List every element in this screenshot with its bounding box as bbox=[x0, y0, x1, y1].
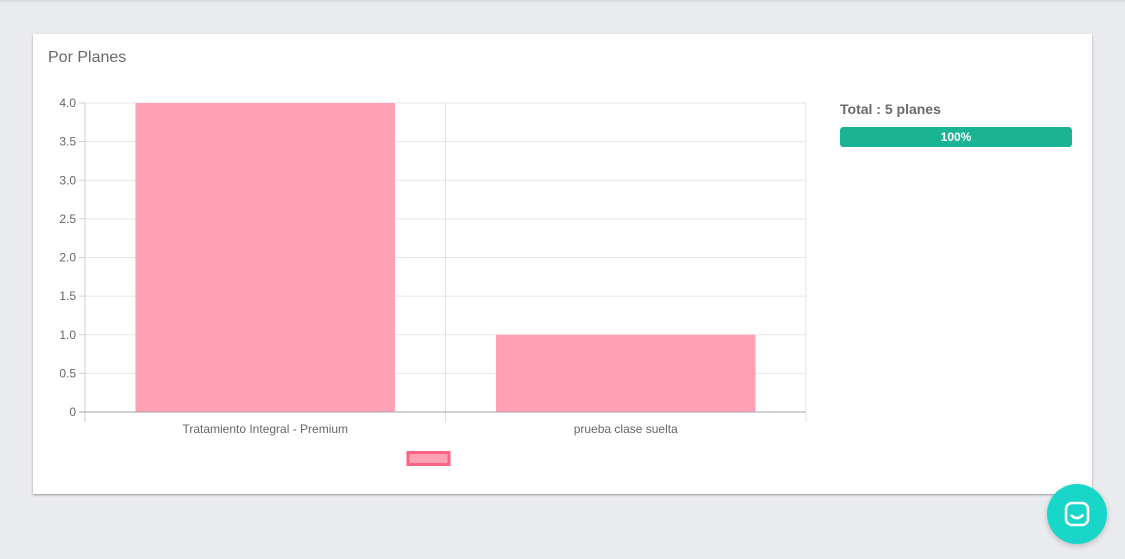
chat-button[interactable] bbox=[1047, 484, 1107, 544]
y-tick-label: 3.0 bbox=[59, 173, 76, 187]
y-tick-label: 0.5 bbox=[59, 366, 76, 380]
y-tick-label: 1.5 bbox=[59, 289, 76, 303]
bar bbox=[135, 103, 396, 412]
x-tick-label: Tratamiento Integral - Premium bbox=[182, 422, 348, 436]
total-planes: Total : 5 planes bbox=[840, 101, 941, 117]
x-tick-label: prueba clase suelta bbox=[574, 422, 678, 436]
y-tick-label: 3.5 bbox=[59, 135, 76, 149]
y-tick-label: 2.0 bbox=[59, 251, 76, 265]
chat-bubble-icon bbox=[1064, 501, 1090, 527]
progress-track: 100% bbox=[840, 127, 1072, 147]
planes-card: Por Planes 0 0.5 1.0 1.5 2.0 2.5 3.0 3.5 4.0 Trat… bbox=[33, 34, 1092, 494]
y-tick-label: 2.5 bbox=[59, 212, 76, 226]
top-border bbox=[0, 0, 1125, 2]
progress-bar: 100% bbox=[840, 127, 1072, 147]
bar bbox=[495, 334, 756, 412]
y-tick-label: 4.0 bbox=[59, 96, 76, 110]
y-tick-label: 1.0 bbox=[59, 328, 76, 342]
legend-swatch bbox=[406, 451, 451, 466]
y-tick-label: 0 bbox=[69, 405, 76, 419]
